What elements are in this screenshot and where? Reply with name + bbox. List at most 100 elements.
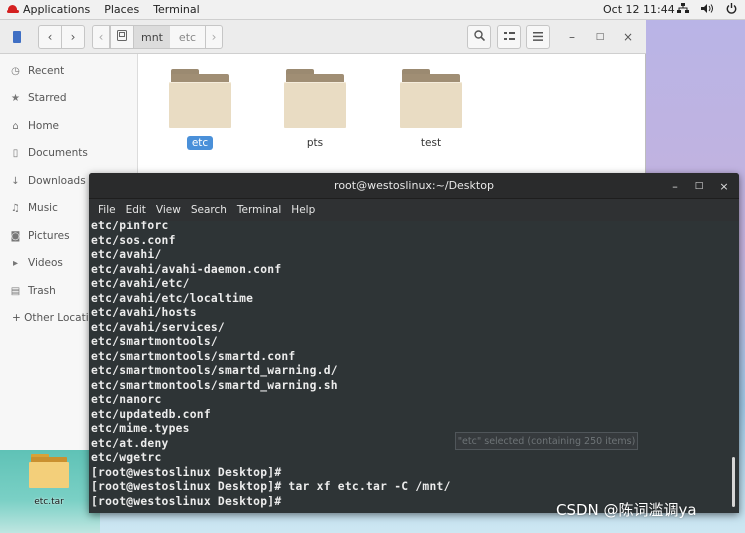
sidebar-item-music[interactable]: ♫ Music: [10, 200, 58, 216]
folder-name: pts: [306, 137, 324, 149]
sidebar-item-recent[interactable]: ◷ Recent: [10, 63, 64, 79]
sidebar-item-downloads[interactable]: ↓ Downloads: [10, 173, 86, 189]
folder-name: test: [420, 137, 442, 149]
menu-view[interactable]: View: [151, 204, 186, 216]
terminal-line: etc/avahi/: [91, 248, 162, 261]
menu-terminal[interactable]: Terminal: [232, 204, 286, 216]
sidebar-item-starred[interactable]: ★ Starred: [10, 90, 67, 106]
maximize-icon: □: [694, 181, 704, 191]
terminal-close-button[interactable]: ×: [714, 173, 734, 199]
applications-label: Applications: [23, 3, 91, 16]
search-icon: [473, 30, 485, 44]
sidebar-item-home[interactable]: ⌂ Home: [10, 118, 59, 134]
terminal-titlebar[interactable]: root@westoslinux:~/Desktop – □ ×: [89, 173, 739, 199]
minimize-icon: –: [569, 30, 575, 44]
path-segment-mnt[interactable]: mnt: [134, 25, 170, 49]
terminal-line: etc/updatedb.conf: [91, 407, 211, 421]
sidebar-item-documents[interactable]: ▯ Documents: [10, 145, 88, 161]
forward-button[interactable]: ›: [61, 25, 85, 49]
minimize-button[interactable]: –: [562, 25, 582, 49]
sidebar-item-label: Videos: [28, 257, 63, 269]
star-icon: ★: [11, 92, 20, 104]
applications-menu[interactable]: Applications: [0, 3, 97, 16]
sidebar-toggle-icon[interactable]: [6, 25, 28, 49]
places-menu[interactable]: Places: [97, 3, 146, 16]
menu-button[interactable]: [526, 25, 550, 49]
folder-icon: [400, 68, 462, 130]
home-icon: ⌂: [12, 120, 19, 132]
sidebar-item-trash[interactable]: ▤ Trash: [10, 283, 56, 299]
clock-icon: ◷: [11, 65, 20, 77]
terminal-line: etc/smartmontools/smartd_warning.d/: [91, 364, 338, 377]
close-button[interactable]: ×: [618, 25, 638, 49]
folder-test[interactable]: test: [400, 68, 462, 150]
sidebar-item-videos[interactable]: ▸ Videos: [10, 255, 63, 271]
terminal-window: root@westoslinux:~/Desktop – □ × File Ed…: [89, 173, 739, 513]
terminal-title: root@westoslinux:~/Desktop: [334, 179, 494, 192]
files-headerbar: ‹ › ‹ mnt etc › – □ ×: [0, 20, 646, 54]
download-icon: ↓: [11, 175, 20, 187]
volume-icon[interactable]: [701, 3, 714, 17]
search-button[interactable]: [467, 25, 491, 49]
menu-help[interactable]: Help: [286, 204, 320, 216]
network-icon[interactable]: [677, 3, 689, 17]
terminal-line: etc/avahi/hosts: [91, 306, 197, 319]
music-icon: ♫: [11, 202, 20, 214]
video-icon: ▸: [12, 257, 19, 269]
chevron-right-icon: ›: [70, 30, 76, 44]
sidebar-item-pictures[interactable]: ◙ Pictures: [10, 228, 70, 244]
menu-file[interactable]: File: [93, 204, 121, 216]
terminal-menubar: File Edit View Search Terminal Help: [89, 199, 739, 221]
sidebar-item-label: + Other Locatio: [12, 312, 96, 324]
sidebar-item-label: Trash: [28, 285, 56, 297]
chevron-left-icon: ‹: [47, 30, 53, 44]
document-icon: ▯: [12, 147, 19, 159]
terminal-line: etc/avahi/avahi-daemon.conf: [91, 262, 282, 276]
path-scroll-right-button[interactable]: ›: [205, 25, 223, 49]
folder-icon: [169, 68, 231, 130]
sidebar-item-label: Starred: [28, 92, 67, 104]
view-options-button[interactable]: [497, 25, 521, 49]
sidebar-item-other-locations[interactable]: + Other Locatio: [12, 310, 95, 326]
close-icon: ×: [719, 179, 729, 193]
terminal-line: etc/mime.types: [91, 422, 190, 435]
terminal-line: [root@westoslinux Desktop]# tar xf etc.t…: [91, 480, 451, 493]
terminal-scrollbar[interactable]: [732, 457, 735, 507]
sidebar-item-label: Documents: [28, 147, 88, 159]
maximize-button[interactable]: □: [590, 25, 610, 49]
redhat-icon: [7, 5, 19, 14]
maximize-icon: □: [595, 32, 605, 42]
path-root-button[interactable]: [110, 25, 134, 49]
back-button[interactable]: ‹: [38, 25, 62, 49]
watermark: CSDN @陈词滥调ya: [556, 501, 697, 519]
terminal-minimize-button[interactable]: –: [665, 173, 685, 199]
sidebar-item-label: Downloads: [28, 175, 86, 187]
terminal-line: etc/avahi/services/: [91, 320, 225, 334]
desktop-file-etc-tar[interactable]: etc.tar: [22, 452, 76, 507]
power-icon[interactable]: [726, 3, 737, 17]
clock[interactable]: Oct 12 11:44: [603, 0, 675, 20]
trash-icon: ▤: [10, 285, 21, 297]
gnome-top-bar: Applications Places Terminal Oct 12 11:4…: [0, 0, 745, 20]
folder-pts[interactable]: pts: [284, 68, 346, 150]
camera-icon: ◙: [10, 230, 21, 242]
terminal-line: etc/smartmontools/: [91, 335, 218, 348]
archive-folder-icon: [29, 452, 69, 488]
folder-icon: [284, 68, 346, 130]
menu-edit[interactable]: Edit: [121, 204, 151, 216]
terminal-line: etc/smartmontools/smartd.conf: [91, 349, 296, 363]
terminal-output[interactable]: etc/pinforc etc/sos.conf etc/avahi/ etc/…: [89, 221, 739, 513]
terminal-maximize-button[interactable]: □: [689, 173, 709, 199]
path-segment-etc[interactable]: etc: [170, 25, 206, 49]
path-scroll-left-button[interactable]: ‹: [92, 25, 110, 49]
desktop-file-label: etc.tar: [34, 497, 64, 507]
sidebar-item-label: Music: [28, 202, 58, 214]
terminal-line: etc/nanorc: [91, 393, 162, 406]
terminal-line: etc/pinforc: [91, 221, 169, 232]
terminal-app-menu[interactable]: Terminal: [146, 3, 207, 16]
close-icon: ×: [622, 30, 634, 44]
sidebar-item-label: Home: [28, 120, 60, 132]
sidebar-item-label: Recent: [28, 65, 65, 77]
folder-etc[interactable]: etc: [169, 68, 231, 150]
menu-search[interactable]: Search: [186, 204, 232, 216]
